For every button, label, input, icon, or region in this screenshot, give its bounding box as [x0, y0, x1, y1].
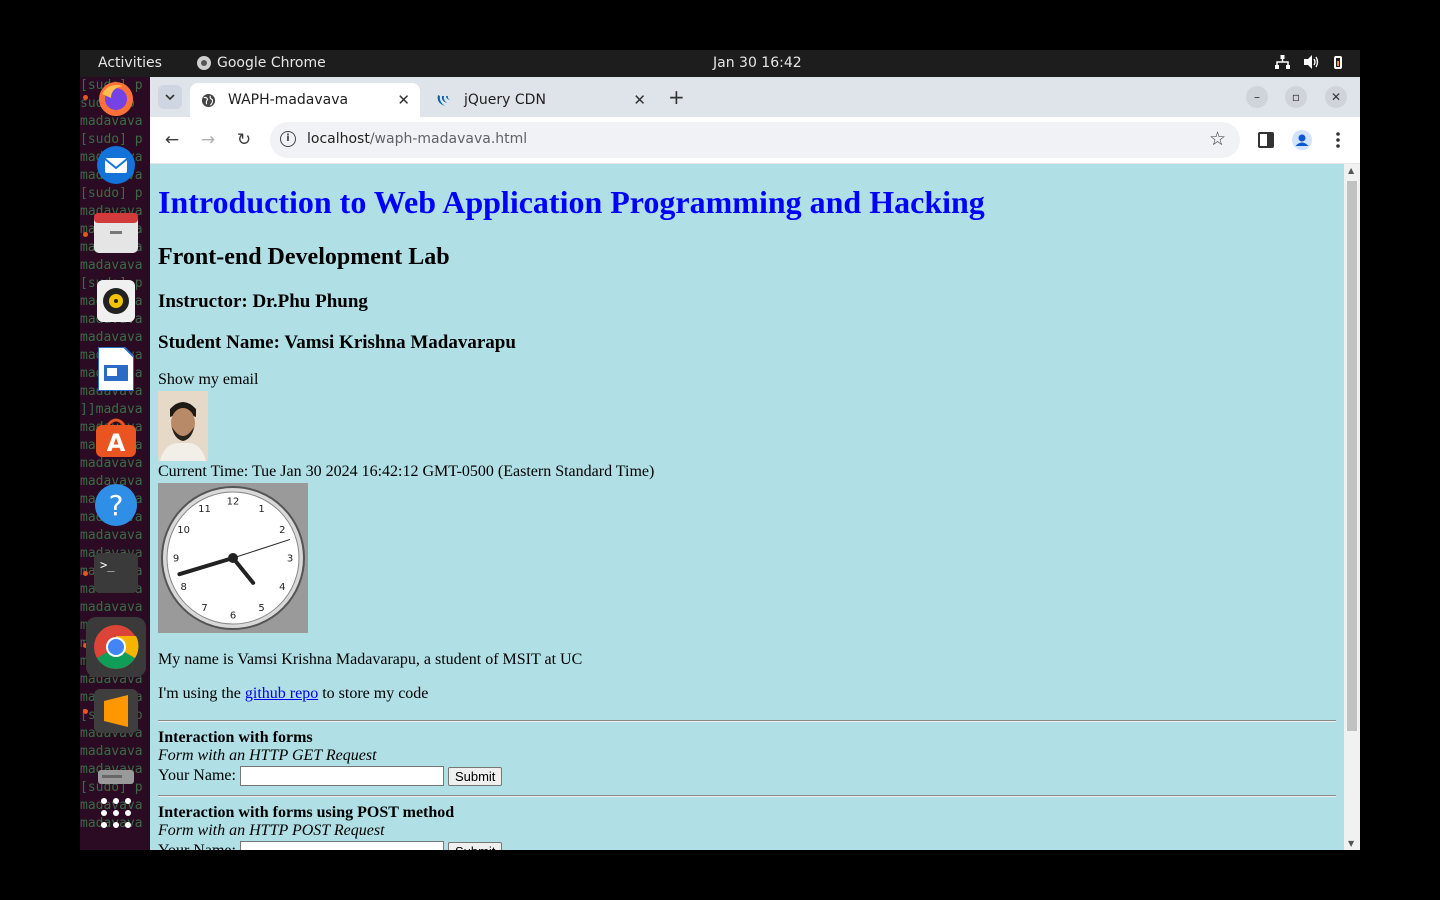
minimize-button[interactable]: – — [1246, 86, 1268, 108]
close-window-button[interactable]: ✕ — [1325, 86, 1347, 108]
app-name-label: Google Chrome — [217, 55, 326, 71]
clock-number: 12 — [227, 497, 240, 508]
clock-number: 5 — [258, 603, 264, 614]
sublime-icon[interactable] — [94, 689, 138, 733]
firefox-icon[interactable] — [94, 77, 138, 121]
address-bar[interactable]: i localhost/waph-madavava.html ☆ — [270, 122, 1240, 158]
clock-number: 10 — [177, 525, 190, 536]
tab-jquery[interactable]: jQuery CDN ✕ — [426, 83, 656, 117]
clock-number: 8 — [180, 582, 186, 593]
app-center-icon[interactable]: A — [94, 415, 138, 459]
running-indicator — [83, 571, 88, 576]
chrome-app-icon — [197, 56, 211, 70]
close-icon[interactable]: ✕ — [397, 91, 410, 109]
browser-toolbar: ← → ↻ i localhost/waph-madavava.html ☆ — [150, 117, 1360, 164]
network-icon — [1275, 55, 1290, 69]
bookmark-star-icon[interactable]: ☆ — [1209, 128, 1226, 150]
datetime-clock[interactable]: Jan 30 16:42 — [713, 55, 802, 71]
page-viewport: Introduction to Web Application Programm… — [150, 164, 1344, 850]
maximize-button[interactable]: ▫ — [1285, 86, 1307, 108]
profile-avatar-icon[interactable] — [1290, 128, 1314, 152]
post-form-title: Interaction with forms using POST method — [158, 804, 455, 821]
tab-waph[interactable]: WAPH-madavava ✕ — [190, 83, 420, 117]
chrome-window: WAPH-madavava ✕ jQuery CDN ✕ + – ▫ ✕ ← →… — [150, 77, 1360, 850]
rhythmbox-icon[interactable] — [94, 279, 138, 323]
reload-icon[interactable]: ↻ — [232, 128, 256, 152]
system-tray[interactable] — [1275, 55, 1342, 69]
app-menu[interactable]: Google Chrome — [197, 55, 326, 71]
github-repo-link[interactable]: github repo — [245, 685, 318, 702]
new-tab-button[interactable]: + — [668, 85, 685, 109]
post-form: Interaction with forms using POST method… — [158, 804, 503, 850]
lab-title: Front-end Development Lab — [158, 244, 450, 270]
name-label: Your Name: — [158, 842, 236, 850]
volume-icon — [1304, 55, 1319, 69]
forward-arrow-icon[interactable]: → — [196, 128, 220, 152]
get-name-input[interactable] — [239, 766, 444, 786]
back-arrow-icon[interactable]: ← — [160, 128, 184, 152]
instructor-heading: Instructor: Dr.Phu Phung — [158, 291, 368, 312]
tab-strip: WAPH-madavava ✕ jQuery CDN ✕ + – ▫ ✕ — [150, 77, 1360, 117]
running-indicator — [83, 709, 88, 714]
files-icon[interactable] — [94, 211, 138, 255]
thunderbird-icon[interactable] — [94, 143, 138, 187]
clock-number: 11 — [198, 504, 211, 515]
clock-number: 9 — [173, 554, 179, 565]
get-form: Interaction with forms Form with an HTTP… — [158, 729, 503, 786]
writer-icon[interactable] — [94, 347, 138, 391]
clock-number: 4 — [279, 582, 285, 593]
post-name-input[interactable] — [239, 841, 444, 850]
show-apps-icon[interactable] — [94, 791, 138, 835]
terminal-icon[interactable]: >_ — [94, 551, 138, 595]
get-form-subtitle: Form with an HTTP GET Request — [158, 747, 377, 764]
tab-title: jQuery CDN — [464, 92, 546, 108]
analog-clock: 12 1 2 3 4 5 6 7 8 9 10 11 — [158, 483, 308, 633]
clock-number: 2 — [279, 525, 285, 536]
scrollbar-thumb[interactable] — [1347, 181, 1357, 731]
svg-text:?: ? — [109, 489, 124, 522]
help-icon[interactable]: ? — [94, 483, 138, 527]
svg-text:>_: >_ — [100, 558, 115, 572]
battery-icon — [1334, 55, 1342, 69]
chevron-down-icon — [165, 94, 175, 100]
dock: A ? >_ — [80, 77, 150, 850]
current-time-text: Current Time: Tue Jan 30 2024 16:42:12 G… — [158, 463, 655, 480]
tab-title: WAPH-madavava — [228, 92, 349, 108]
show-email-toggle[interactable]: Show my email — [158, 371, 258, 389]
clock-center — [228, 553, 238, 563]
tab-search-button[interactable] — [158, 85, 182, 109]
clock-number: 6 — [230, 611, 236, 622]
clock-number: 7 — [201, 603, 207, 614]
scroll-up-arrow[interactable]: ▲ — [1348, 166, 1354, 175]
divider — [158, 720, 1336, 722]
student-photo — [158, 391, 208, 461]
kebab-menu-icon[interactable] — [1326, 128, 1350, 152]
clock-number: 3 — [287, 554, 293, 565]
chrome-icon[interactable] — [86, 617, 146, 677]
site-info-icon[interactable]: i — [280, 131, 296, 147]
globe-icon — [200, 92, 216, 108]
student-heading: Student Name: Vamsi Krishna Madavarapu — [158, 332, 516, 353]
clock-number: 1 — [258, 504, 264, 515]
repo-text: I'm using the github repo to store my co… — [158, 685, 429, 702]
running-indicator — [83, 232, 88, 237]
jquery-icon — [436, 92, 452, 108]
divider — [158, 795, 1336, 797]
page-heading: Introduction to Web Application Programm… — [158, 184, 985, 220]
side-panel-icon[interactable] — [1254, 128, 1278, 152]
scroll-down-arrow[interactable]: ▼ — [1348, 839, 1354, 848]
get-form-title: Interaction with forms — [158, 729, 313, 746]
post-form-subtitle: Form with an HTTP POST Request — [158, 822, 385, 839]
system-top-bar: Activities Google Chrome Jan 30 16:42 — [80, 50, 1360, 77]
running-indicator — [83, 95, 88, 100]
name-label: Your Name: — [158, 767, 236, 784]
page-scrollbar[interactable]: ▲ ▼ — [1344, 164, 1360, 850]
svg-text:A: A — [107, 429, 126, 457]
url-text[interactable]: localhost/waph-madavava.html — [307, 131, 527, 147]
close-icon[interactable]: ✕ — [633, 91, 646, 109]
post-submit-button[interactable]: Submit — [447, 841, 503, 850]
about-text: My name is Vamsi Krishna Madavarapu, a s… — [158, 651, 583, 668]
activities-button[interactable]: Activities — [98, 55, 162, 71]
get-submit-button[interactable]: Submit — [447, 766, 503, 786]
